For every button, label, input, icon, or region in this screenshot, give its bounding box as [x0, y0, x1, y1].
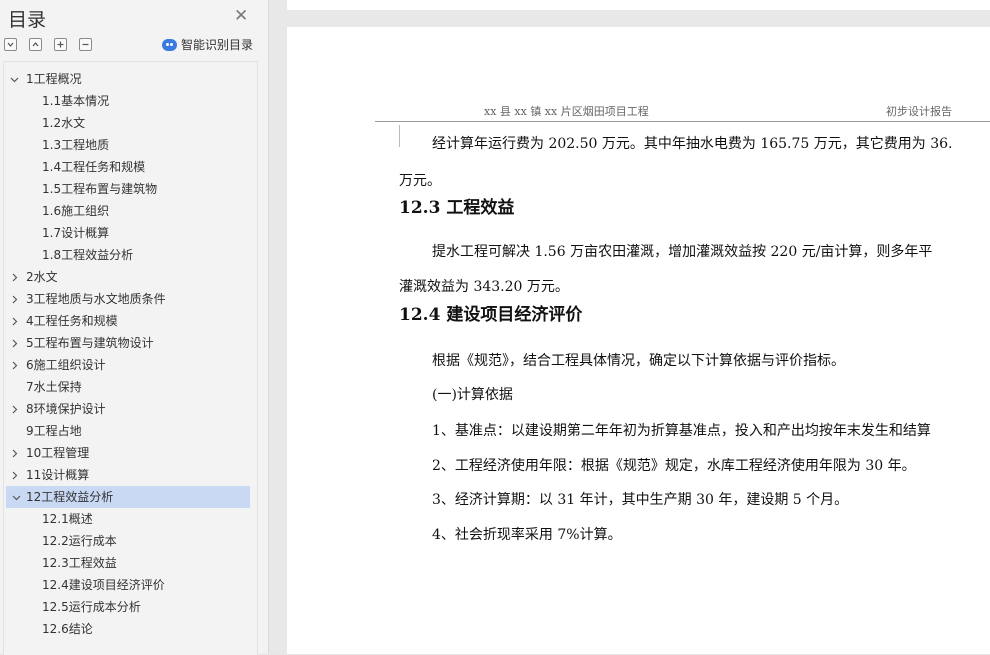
header-rule	[375, 121, 990, 122]
toc-item-label: 1.3工程地质	[42, 138, 110, 152]
toc-item[interactable]: 12.3工程效益	[4, 552, 257, 574]
toc-item-label: 1.4工程任务和规模	[42, 160, 146, 174]
toc-item-label: 2水文	[26, 270, 58, 284]
toc-item-label: 9工程占地	[26, 424, 82, 438]
toc-item[interactable]: 10工程管理	[4, 442, 257, 464]
toc-item[interactable]: 9工程占地	[4, 420, 257, 442]
toc-item-label: 4工程任务和规模	[26, 314, 118, 328]
toc-item-label: 1.8工程效益分析	[42, 248, 134, 262]
toc-item[interactable]: 12.5运行成本分析	[4, 596, 257, 618]
toc-item-label: 12工程效益分析	[26, 490, 114, 504]
toc-sidebar: 目录 ✕ 智能识别目录 1工程概况 1.1基本情况 1.2水文 1.3工程地质 1.4工…	[0, 0, 269, 655]
toc-item[interactable]: 3工程地质与水文地质条件	[4, 288, 257, 310]
toc-item-label: 1.2水文	[42, 116, 86, 130]
document-area: xx 县 xx 镇 xx 片区烟田项目工程 初步设计报告 经计算年运行费为 20…	[269, 0, 990, 654]
collapse-all-icon[interactable]	[4, 38, 17, 51]
toc-item[interactable]: 1.4工程任务和规模	[4, 156, 257, 178]
paragraph-line: 万元。	[399, 173, 441, 189]
toc-item[interactable]: 1工程概况	[4, 68, 257, 90]
expand-up-icon[interactable]	[29, 38, 42, 51]
toc-item-label: 1.7设计概算	[42, 226, 110, 240]
toc-item-label: 12.6结论	[42, 622, 93, 636]
header-left: xx 县 xx 镇 xx 片区烟田项目工程	[484, 105, 649, 118]
smart-toc-icon	[162, 38, 177, 51]
toc-item[interactable]: 12.1概述	[4, 508, 257, 530]
toc-item-label: 12.5运行成本分析	[42, 600, 141, 614]
toc-item-label: 7水土保持	[26, 380, 82, 394]
paragraph-line: 1、基准点：以建设期第二年年初为折算基准点，投入和产出均按年末发生和结算	[432, 423, 931, 439]
toc-item[interactable]: 1.3工程地质	[4, 134, 257, 156]
paragraph-line: 2、工程经济使用年限：根据《规范》规定，水库工程经济使用年限为 30 年。	[432, 458, 916, 474]
paragraph-line: 灌溉效益为 343.20 万元。	[399, 279, 569, 295]
toc-toolbar	[4, 38, 104, 51]
toc-item-label: 5工程布置与建筑物设计	[26, 336, 154, 350]
smart-toc-label: 智能识别目录	[181, 38, 254, 52]
toc-item[interactable]: 8环境保护设计	[4, 398, 257, 420]
toc-item-label: 1.6施工组织	[42, 204, 110, 218]
toc-list: 1工程概况 1.1基本情况 1.2水文 1.3工程地质 1.4工程任务和规模 1.5工程布…	[4, 62, 257, 640]
header-right: 初步设计报告	[886, 105, 952, 118]
toc-item-label: 3工程地质与水文地质条件	[26, 292, 166, 306]
paragraph-line: (一)计算依据	[432, 387, 513, 403]
toc-item[interactable]: 1.2水文	[4, 112, 257, 134]
previous-page	[287, 0, 990, 10]
toc-item-label: 1工程概况	[26, 72, 82, 86]
toc-item[interactable]: 12.2运行成本	[4, 530, 257, 552]
toc-item[interactable]: 1.5工程布置与建筑物	[4, 178, 257, 200]
toc-item-label: 11设计概算	[26, 468, 90, 482]
toc-item[interactable]: 12工程效益分析	[6, 486, 250, 508]
toc-item[interactable]: 6施工组织设计	[4, 354, 257, 376]
close-icon[interactable]: ✕	[234, 6, 248, 26]
toc-item[interactable]: 5工程布置与建筑物设计	[4, 332, 257, 354]
toc-item-label: 12.2运行成本	[42, 534, 117, 548]
toc-item[interactable]: 1.6施工组织	[4, 200, 257, 222]
toc-item[interactable]: 12.6结论	[4, 618, 257, 640]
paragraph-line: 提水工程可解决 1.56 万亩农田灌溉，增加灌溉效益按 220 元/亩计算，则多…	[432, 244, 933, 260]
smart-toc-button[interactable]: 智能识别目录	[162, 36, 253, 53]
paragraph-line: 根据《规范》，结合工程具体情况，确定以下计算依据与评价指标。	[432, 353, 845, 369]
paragraph-line: 经计算年运行费为 202.50 万元。其中年抽水电费为 165.75 万元，其它…	[432, 136, 953, 152]
paragraph-line: 3、经济计算期：以 31 年计，其中生产期 30 年，建设期 5 个月。	[432, 492, 849, 508]
toc-item[interactable]: 1.7设计概算	[4, 222, 257, 244]
heading-12-3: 12.3 工程效益	[399, 198, 515, 218]
toc-item[interactable]: 2水文	[4, 266, 257, 288]
heading-12-4: 12.4 建设项目经济评价	[399, 305, 583, 325]
add-heading-icon[interactable]	[54, 38, 67, 51]
toc-item[interactable]: 12.4建设项目经济评价	[4, 574, 257, 596]
toc-item-label: 12.1概述	[42, 512, 93, 526]
toc-item-label: 10工程管理	[26, 446, 90, 460]
toc-item[interactable]: 4工程任务和规模	[4, 310, 257, 332]
toc-item-label: 1.1基本情况	[42, 94, 110, 108]
toc-item-label: 8环境保护设计	[26, 402, 106, 416]
paragraph-line: 4、社会折现率采用 7%计算。	[432, 527, 622, 543]
toc-item[interactable]: 1.1基本情况	[4, 90, 257, 112]
sidebar-title: 目录	[8, 9, 47, 31]
toc-item[interactable]: 11设计概算	[4, 464, 257, 486]
remove-heading-icon[interactable]	[79, 38, 92, 51]
toc-panel: 1工程概况 1.1基本情况 1.2水文 1.3工程地质 1.4工程任务和规模 1.5工程布…	[3, 61, 258, 655]
toc-item[interactable]: 1.8工程效益分析	[4, 244, 257, 266]
document-page[interactable]: xx 县 xx 镇 xx 片区烟田项目工程 初步设计报告 经计算年运行费为 20…	[287, 27, 990, 654]
margin-mark	[399, 125, 400, 147]
toc-item-label: 12.4建设项目经济评价	[42, 578, 165, 592]
toc-item[interactable]: 7水土保持	[4, 376, 257, 398]
toc-item-label: 1.5工程布置与建筑物	[42, 182, 158, 196]
toc-item-label: 6施工组织设计	[26, 358, 106, 372]
toc-item-label: 12.3工程效益	[42, 556, 117, 570]
